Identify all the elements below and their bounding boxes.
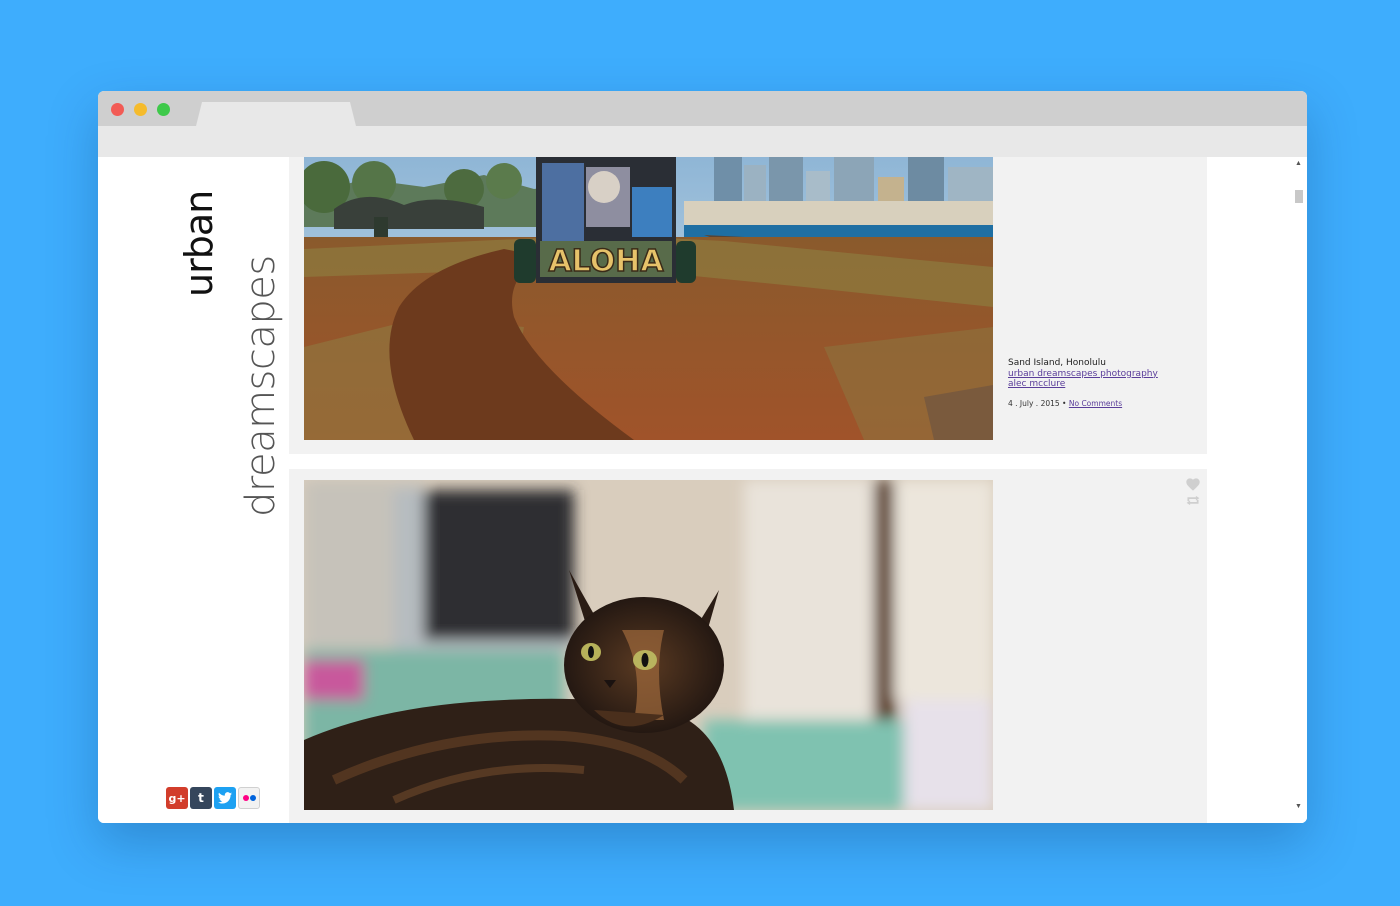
title-bar [98, 91, 1307, 126]
post-actions [1185, 476, 1201, 508]
google-plus-label: g+ [168, 791, 186, 805]
tortoiseshell-cat-photo [304, 480, 993, 810]
comments-link[interactable]: No Comments [1069, 399, 1122, 408]
google-plus-icon[interactable]: g+ [166, 787, 188, 809]
page-viewport: urban dreamscapes g+ t ALOHA Sand Island… [98, 157, 1307, 823]
reblog-glyph [1186, 495, 1200, 505]
graffiti-text: ALOHA [548, 244, 664, 279]
post-card: ALOHA Sand Island, Honolulu urban dreams… [289, 157, 1207, 454]
post-meta: 4 . July . 2015 • No Comments [1008, 399, 1158, 410]
flickr-blue-dot [249, 795, 256, 801]
post-card [289, 469, 1207, 823]
scroll-down-arrow-icon[interactable]: ▼ [1290, 800, 1307, 812]
photography-link[interactable]: urban dreamscapes photography [1008, 369, 1158, 380]
browser-tab[interactable] [196, 102, 356, 126]
post-photo-cat[interactable] [304, 480, 993, 810]
twitter-bird-glyph [218, 792, 232, 804]
flickr-icon[interactable] [238, 787, 260, 809]
twitter-icon[interactable] [214, 787, 236, 809]
sidebar: urban dreamscapes g+ t [98, 157, 288, 823]
site-logo-dreamscapes[interactable]: dreamscapes [238, 255, 284, 517]
post-title: Sand Island, Honolulu [1008, 358, 1106, 368]
browser-window: urban dreamscapes g+ t ALOHA Sand Island… [98, 91, 1307, 823]
park-graffiti-photo: ALOHA [304, 157, 993, 440]
post-photo-park[interactable]: ALOHA [304, 157, 993, 440]
tumblr-icon[interactable]: t [190, 787, 212, 809]
maximize-window-button[interactable] [157, 103, 170, 116]
browser-toolbar [98, 126, 1307, 157]
scroll-up-arrow-icon[interactable]: ▲ [1290, 157, 1307, 169]
heart-icon[interactable] [1185, 476, 1201, 492]
author-link[interactable]: alec mcclure [1008, 379, 1158, 390]
close-window-button[interactable] [111, 103, 124, 116]
post-date: 4 . July . 2015 • [1008, 398, 1067, 408]
social-links: g+ t [166, 787, 260, 809]
flickr-pink-dot [242, 795, 249, 801]
post-caption: Sand Island, Honolulu urban dreamscapes … [1008, 358, 1158, 409]
vertical-scrollbar[interactable]: ▲ ▼ [1290, 157, 1307, 823]
tumblr-label: t [198, 791, 204, 805]
site-logo-urban[interactable]: urban [177, 191, 221, 297]
heart-glyph [1186, 477, 1200, 491]
minimize-window-button[interactable] [134, 103, 147, 116]
reblog-icon[interactable] [1185, 492, 1201, 508]
scroll-thumb[interactable] [1295, 190, 1303, 203]
